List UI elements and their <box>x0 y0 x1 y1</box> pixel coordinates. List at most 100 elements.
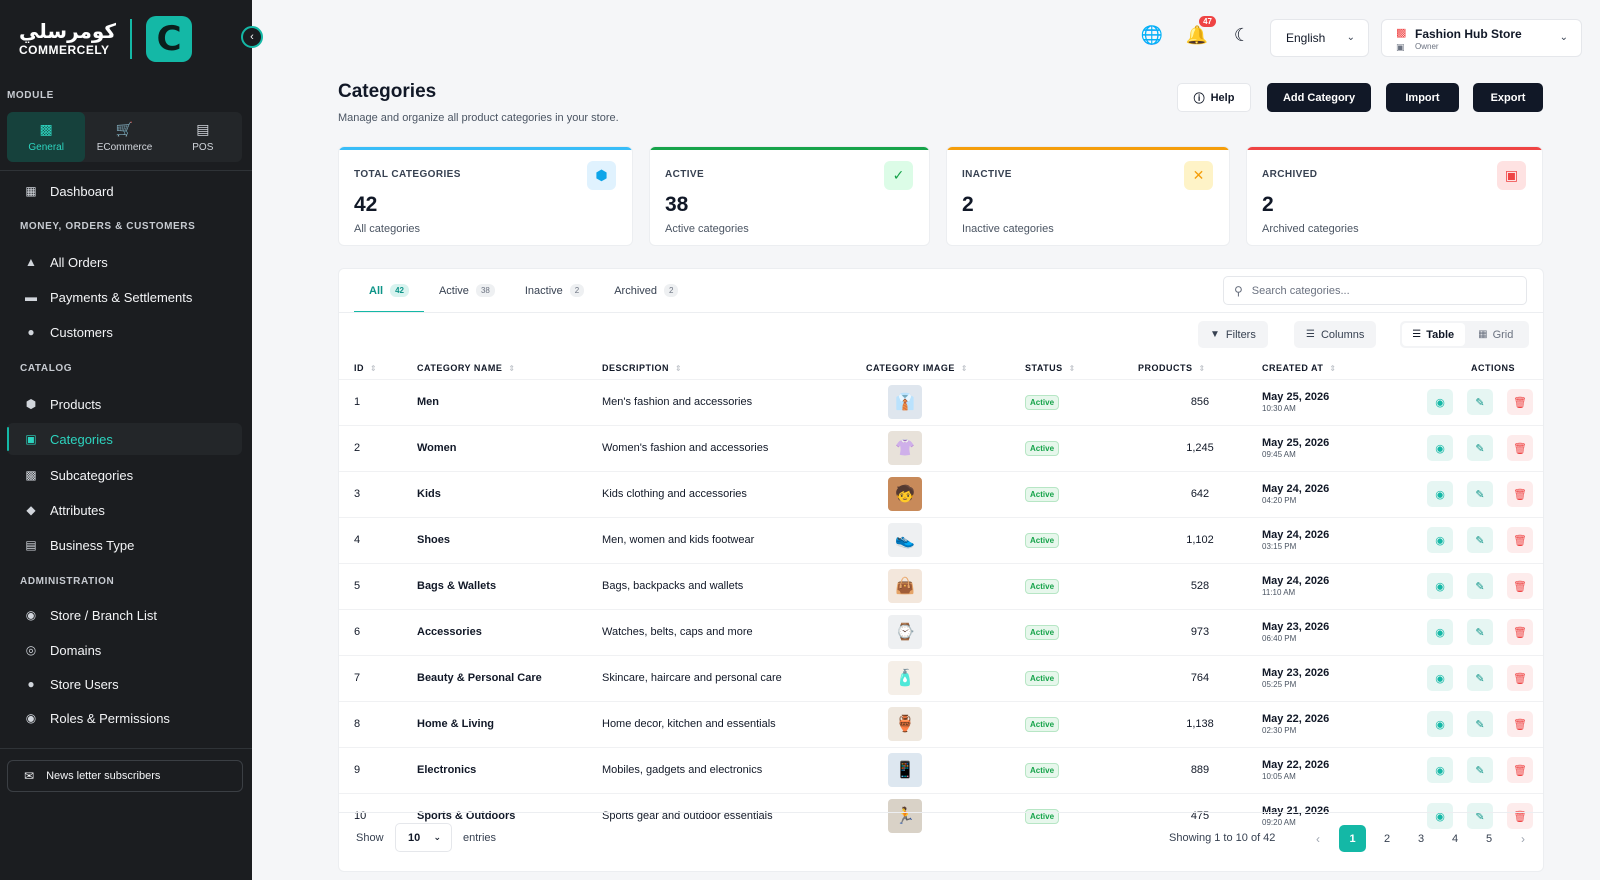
delete-button[interactable]: 🗑 <box>1507 435 1533 461</box>
category-thumbnail[interactable]: ⌚ <box>888 615 922 649</box>
view-grid-button[interactable]: ▦ Grid <box>1465 323 1528 346</box>
tab-inactive[interactable]: Inactive 2 <box>510 269 599 312</box>
sidebar-item-domains[interactable]: ◎ Domains <box>7 634 242 666</box>
column-header-products[interactable]: PRODUCTS ⇕ <box>1138 357 1262 379</box>
delete-button[interactable]: 🗑 <box>1507 619 1533 645</box>
import-button[interactable]: Import <box>1386 83 1459 112</box>
edit-button[interactable]: ✎ <box>1467 527 1493 553</box>
column-header-image[interactable]: CATEGORY IMAGE ⇕ <box>866 357 1025 379</box>
delete-button[interactable]: 🗑 <box>1507 757 1533 783</box>
view-button[interactable]: ◉ <box>1427 619 1453 645</box>
sidebar-item-attributes[interactable]: ◆ Attributes <box>7 494 242 526</box>
sidebar-item-roles[interactable]: ◉ Roles & Permissions <box>7 702 242 734</box>
brand-logo[interactable]: كومرسلي COMMERCELY C <box>0 0 252 78</box>
edit-button[interactable]: ✎ <box>1467 757 1493 783</box>
table-row[interactable]: 9 Electronics Mobiles, gadgets and electro… <box>339 746 1543 793</box>
tab-archived[interactable]: Archived 2 <box>599 269 693 312</box>
view-button[interactable]: ◉ <box>1427 481 1453 507</box>
sidebar-item-subcategories[interactable]: ▩ Subcategories <box>7 459 242 491</box>
sidebar-item-products[interactable]: ⬢ Products <box>7 388 242 420</box>
add-category-button[interactable]: Add Category <box>1267 83 1371 112</box>
sidebar-item-business-type[interactable]: ▤ Business Type <box>7 529 242 561</box>
category-thumbnail[interactable]: 👜 <box>888 569 922 603</box>
category-thumbnail[interactable]: 🧒 <box>888 477 922 511</box>
tab-label: Active <box>438 284 469 297</box>
delete-button[interactable]: 🗑 <box>1507 665 1533 691</box>
sidebar-item-store-branch[interactable]: ◉ Store / Branch List <box>7 599 242 631</box>
sidebar-item-dashboard[interactable]: ▦ Dashboard <box>7 175 242 207</box>
table-row[interactable]: 5 Bags & Wallets Bags, backpacks and walle… <box>339 562 1543 609</box>
dark-mode-toggle[interactable]: ☾ <box>1229 22 1255 48</box>
delete-button[interactable]: 🗑 <box>1507 481 1533 507</box>
table-row[interactable]: 2 Women Women's fashion and accessories 👚 Ac… <box>339 424 1543 471</box>
newsletter-subscribers-button[interactable]: ✉ News letter subscribers <box>7 760 243 792</box>
page-3-button[interactable]: 3 <box>1404 825 1438 852</box>
next-page-button[interactable]: › <box>1506 825 1540 852</box>
page-1-button[interactable]: 1 <box>1339 825 1366 852</box>
delete-button[interactable]: 🗑 <box>1507 527 1533 553</box>
category-thumbnail[interactable]: 🧴 <box>888 661 922 695</box>
module-general[interactable]: ▩ General <box>7 112 86 162</box>
cell-id: 2 <box>339 424 417 471</box>
edit-button[interactable]: ✎ <box>1467 573 1493 599</box>
delete-button[interactable]: 🗑 <box>1507 389 1533 415</box>
table-row[interactable]: 6 Accessories Watches, belts, caps and mor… <box>339 608 1543 655</box>
entries-per-page-select[interactable]: 10 ⌄ <box>395 823 452 852</box>
view-table-button[interactable]: ☰ Table <box>1402 323 1465 346</box>
sidebar-item-categories[interactable]: ▣ Categories <box>7 423 242 455</box>
export-button[interactable]: Export <box>1473 83 1543 112</box>
tab-all[interactable]: All 42 <box>354 269 424 313</box>
category-thumbnail[interactable]: 📱 <box>888 753 922 787</box>
view-button[interactable]: ◉ <box>1427 389 1453 415</box>
page-4-button[interactable]: 4 <box>1438 825 1472 852</box>
delete-button[interactable]: 🗑 <box>1507 573 1533 599</box>
module-pos[interactable]: ▤ POS <box>164 112 242 162</box>
tab-active[interactable]: Active 38 <box>424 269 510 312</box>
collapse-sidebar-button[interactable]: ‹ <box>241 26 263 48</box>
language-select[interactable]: English ⌄ <box>1270 19 1369 57</box>
view-button[interactable]: ◉ <box>1427 573 1453 599</box>
page-5-button[interactable]: 5 <box>1472 825 1506 852</box>
view-button[interactable]: ◉ <box>1427 665 1453 691</box>
help-button[interactable]: ⓘ Help <box>1177 83 1251 112</box>
view-button[interactable]: ◉ <box>1427 757 1453 783</box>
sidebar-item-all-orders[interactable]: ▲ All Orders <box>7 246 242 278</box>
view-button[interactable]: ◉ <box>1427 435 1453 461</box>
filters-button[interactable]: ▼ Filters <box>1198 321 1268 348</box>
table-row[interactable]: 7 Beauty & Personal Care Skincare, haircar… <box>339 654 1543 701</box>
column-header-id[interactable]: ID ⇕ <box>339 357 417 379</box>
category-thumbnail[interactable]: 👚 <box>888 431 922 465</box>
cell-status: Active <box>1025 378 1138 425</box>
sidebar-item-payments[interactable]: ▬ Payments & Settlements <box>7 281 242 313</box>
view-button[interactable]: ◉ <box>1427 527 1453 553</box>
view-button[interactable]: ◉ <box>1427 711 1453 737</box>
table-row[interactable]: 1 Men Men's fashion and accessories 👔 Active… <box>339 378 1543 425</box>
table-row[interactable]: 4 Shoes Men, women and kids footwear 👟 Activ… <box>339 516 1543 563</box>
sidebar-item-store-users[interactable]: ● Store Users <box>7 668 242 700</box>
edit-button[interactable]: ✎ <box>1467 481 1493 507</box>
column-header-description[interactable]: DESCRIPTION ⇕ <box>602 357 866 379</box>
store-switcher[interactable]: ▩ Fashion Hub Store ▣ Owner ⌄ <box>1381 19 1582 57</box>
edit-button[interactable]: ✎ <box>1467 619 1493 645</box>
column-header-created-at[interactable]: CREATED AT ⇕ <box>1262 357 1405 379</box>
edit-button[interactable]: ✎ <box>1467 711 1493 737</box>
edit-button[interactable]: ✎ <box>1467 435 1493 461</box>
prev-page-button[interactable]: ‹ <box>1301 825 1335 852</box>
sidebar-item-customers[interactable]: ● Customers <box>7 316 242 348</box>
edit-button[interactable]: ✎ <box>1467 389 1493 415</box>
column-header-name[interactable]: CATEGORY NAME ⇕ <box>417 357 602 379</box>
notifications-button[interactable]: 🔔 47 <box>1184 16 1216 48</box>
category-thumbnail[interactable]: 👔 <box>888 385 922 419</box>
category-thumbnail[interactable]: 🏺 <box>888 707 922 741</box>
page-2-button[interactable]: 2 <box>1370 825 1404 852</box>
module-ecommerce[interactable]: 🛒 ECommerce <box>85 112 163 162</box>
table-row[interactable]: 8 Home & Living Home decor, kitchen and es… <box>339 700 1543 747</box>
globe-icon[interactable]: 🌐 <box>1139 22 1165 48</box>
category-thumbnail[interactable]: 👟 <box>888 523 922 557</box>
columns-button[interactable]: ☰ Columns <box>1294 321 1377 348</box>
search-input[interactable] <box>1251 284 1502 297</box>
table-row[interactable]: 3 Kids Kids clothing and accessories 🧒 Activ… <box>339 470 1543 517</box>
delete-button[interactable]: 🗑 <box>1507 711 1533 737</box>
edit-button[interactable]: ✎ <box>1467 665 1493 691</box>
column-header-status[interactable]: STATUS ⇕ <box>1025 357 1138 379</box>
